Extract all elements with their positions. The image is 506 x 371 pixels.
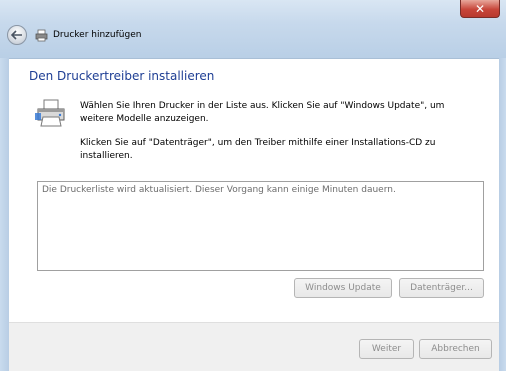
datentraeger-button[interactable]: Datenträger...: [399, 278, 484, 298]
window-frame-right: [499, 58, 506, 371]
cancel-button[interactable]: Abbrechen: [419, 339, 492, 359]
window-frame-left: [0, 58, 9, 371]
description-disk: Klicken Sie auf "Datenträger", um den Tr…: [80, 138, 436, 161]
close-button[interactable]: ✕: [460, 0, 500, 18]
printer-small-icon: [35, 29, 48, 42]
next-button[interactable]: Weiter: [359, 339, 414, 359]
page-title: Den Druckertreiber installieren: [29, 69, 215, 83]
back-button[interactable]: [7, 25, 27, 45]
printer-list[interactable]: Die Druckerliste wird aktualisiert. Dies…: [37, 181, 484, 271]
printer-icon: [35, 99, 65, 127]
wizard-title: Drucker hinzufügen: [53, 30, 142, 40]
list-status-text: Die Druckerliste wird aktualisiert. Dies…: [42, 185, 396, 195]
windows-update-button[interactable]: Windows Update: [294, 278, 392, 298]
description-select-printer: Wählen Sie Ihren Drucker in der Liste au…: [80, 101, 445, 124]
back-arrow-icon: [11, 30, 22, 40]
close-icon: ✕: [474, 1, 486, 16]
